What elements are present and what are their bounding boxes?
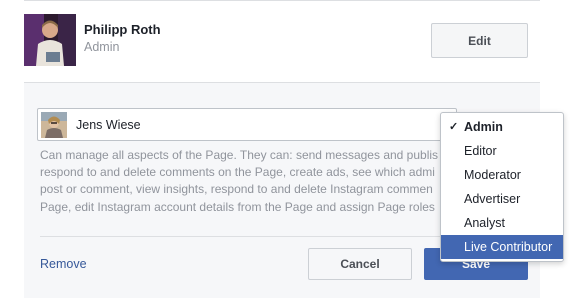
description-line: respond to and delete comments on the Pa… [40, 165, 435, 180]
menu-item-label: Moderator [464, 168, 521, 182]
menu-item-label: Advertiser [464, 192, 521, 206]
description-line: Can manage all aspects of the Page. They… [40, 148, 439, 162]
menu-item-analyst[interactable]: Analyst [441, 211, 563, 235]
person-name: Jens Wiese [76, 118, 141, 132]
menu-item-admin[interactable]: ✓ Admin [441, 115, 563, 139]
role-dropdown-menu: ✓ Admin Editor Moderator Advertiser Anal… [440, 112, 564, 262]
edit-button[interactable]: Edit [431, 23, 528, 58]
menu-item-label: Analyst [464, 216, 505, 230]
description-line: Page, edit Instagram account details fro… [40, 199, 435, 214]
role-description: Can manage all aspects of the Page. They… [40, 147, 470, 216]
menu-item-label: Editor [464, 144, 497, 158]
menu-item-label: Live Contributor [464, 240, 553, 254]
check-icon: ✓ [449, 121, 459, 133]
menu-item-live-contributor[interactable]: Live Contributor [441, 235, 563, 259]
avatar [41, 112, 67, 138]
menu-item-advertiser[interactable]: Advertiser [441, 187, 563, 211]
top-divider [24, 0, 540, 1]
menu-item-editor[interactable]: Editor [441, 139, 563, 163]
remove-link[interactable]: Remove [40, 257, 87, 271]
person-field[interactable]: Jens Wiese [37, 108, 457, 141]
menu-item-moderator[interactable]: Moderator [441, 163, 563, 187]
admin-role: Admin [84, 40, 120, 54]
menu-item-label: Admin [464, 120, 503, 134]
cancel-button[interactable]: Cancel [308, 248, 412, 280]
description-line: post or comment, view insights, respond … [40, 182, 433, 197]
admin-name: Philipp Roth [84, 22, 161, 37]
avatar [24, 14, 76, 66]
